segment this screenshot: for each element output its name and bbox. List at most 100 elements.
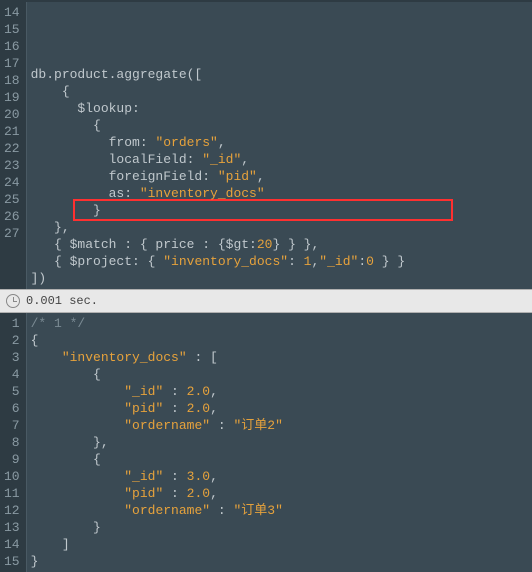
code-token: { $match : { price : {$gt: (31, 237, 257, 252)
line-number: 11 (4, 485, 20, 502)
query-editor[interactable]: 1415161718192021222324252627 db.product.… (0, 2, 532, 289)
line-number: 25 (4, 191, 20, 208)
bottom-gutter: 123456789101112131415 (0, 313, 27, 572)
code-token: /* 1 */ (31, 316, 86, 331)
code-line[interactable]: } (31, 519, 528, 536)
code-line[interactable]: $lookup: (31, 100, 528, 117)
code-token: "_id" (319, 254, 358, 269)
code-token: , (257, 169, 265, 184)
code-token: "订单3" (233, 503, 282, 518)
line-number: 9 (4, 451, 20, 468)
line-number: 17 (4, 55, 20, 72)
code-token: : (210, 503, 233, 518)
code-line[interactable]: { (31, 83, 528, 100)
code-token: "ordername" (124, 503, 210, 518)
line-number: 7 (4, 417, 20, 434)
code-token: ]) (31, 271, 47, 286)
code-token: : (288, 254, 304, 269)
code-line[interactable]: ] (31, 536, 528, 553)
code-line[interactable]: from: "orders", (31, 134, 528, 151)
code-token: db.product.aggregate([ (31, 67, 203, 82)
code-token: }, (31, 435, 109, 450)
code-line[interactable] (31, 49, 528, 66)
code-line[interactable]: "_id" : 3.0, (31, 468, 528, 485)
result-viewer[interactable]: 123456789101112131415 /* 1 */{ "inventor… (0, 313, 532, 572)
code-token: ] (31, 537, 70, 552)
code-token: : (358, 254, 366, 269)
code-token: from: (31, 135, 156, 150)
code-token: 2.0 (187, 486, 210, 501)
code-line[interactable]: "inventory_docs" : [ (31, 349, 528, 366)
code-line[interactable]: "ordername" : "订单3" (31, 502, 528, 519)
code-line[interactable]: "pid" : 2.0, (31, 485, 528, 502)
code-line[interactable]: "pid" : 2.0, (31, 400, 528, 417)
code-token: 20 (257, 237, 273, 252)
code-line[interactable]: { $match : { price : {$gt:20} } }, (31, 236, 528, 253)
bottom-code[interactable]: /* 1 */ { "inventory_docs" : [ { "_id" : … (27, 313, 532, 572)
code-token: "pid" (124, 486, 163, 501)
code-token: : (163, 384, 186, 399)
code-line[interactable]: }, (31, 219, 528, 236)
code-token: "inventory_docs" (140, 186, 265, 201)
line-number: 2 (4, 332, 20, 349)
code-token: : (163, 469, 186, 484)
code-token: , (210, 384, 218, 399)
line-number: 22 (4, 140, 20, 157)
code-token: { (31, 333, 39, 348)
line-number: 16 (4, 38, 20, 55)
line-number: 10 (4, 468, 20, 485)
line-number: 18 (4, 72, 20, 89)
code-line[interactable]: } (31, 202, 528, 219)
line-number: 15 (4, 21, 20, 38)
code-line[interactable]: }, (31, 434, 528, 451)
code-token: { (31, 452, 101, 467)
code-line[interactable]: { (31, 366, 528, 383)
code-token: "_id" (202, 152, 241, 167)
line-number: 27 (4, 225, 20, 242)
code-token (31, 384, 125, 399)
line-number: 21 (4, 123, 20, 140)
code-line[interactable]: "ordername" : "订单2" (31, 417, 528, 434)
code-token: foreignField: (31, 169, 218, 184)
line-number: 1 (4, 315, 20, 332)
code-line[interactable]: db.product.aggregate([ (31, 66, 528, 83)
status-bar: 0.001 sec. (0, 289, 532, 313)
line-number: 12 (4, 502, 20, 519)
code-line[interactable]: } (31, 553, 528, 570)
clock-icon (6, 294, 20, 308)
code-token: } (31, 203, 101, 218)
code-token: "_id" (124, 469, 163, 484)
code-line[interactable]: { (31, 332, 528, 349)
code-token (31, 469, 125, 484)
code-line[interactable]: { (31, 117, 528, 134)
line-number: 23 (4, 157, 20, 174)
code-token: $lookup: (31, 101, 140, 116)
code-line[interactable]: as: "inventory_docs" (31, 185, 528, 202)
top-gutter: 1415161718192021222324252627 (0, 2, 27, 289)
code-line[interactable]: { $project: { "inventory_docs": 1,"_id":… (31, 253, 528, 270)
top-code[interactable]: db.product.aggregate([ { $lookup: { from… (27, 2, 532, 289)
code-line[interactable]: "_id" : 2.0, (31, 383, 528, 400)
code-line[interactable]: /* 1 */ (31, 315, 528, 332)
code-token (31, 503, 125, 518)
line-number: 19 (4, 89, 20, 106)
code-token: } } }, (272, 237, 319, 252)
code-line[interactable]: foreignField: "pid", (31, 168, 528, 185)
code-token: { $project: { (31, 254, 164, 269)
code-token: { (31, 118, 101, 133)
code-token: : (163, 486, 186, 501)
code-token: as: (31, 186, 140, 201)
line-number: 26 (4, 208, 20, 225)
code-line[interactable]: { (31, 451, 528, 468)
line-number: 3 (4, 349, 20, 366)
code-token: "订单2" (233, 418, 282, 433)
code-token: , (210, 486, 218, 501)
line-number: 24 (4, 174, 20, 191)
code-line[interactable]: localField: "_id", (31, 151, 528, 168)
code-token: , (241, 152, 249, 167)
code-token: localField: (31, 152, 203, 167)
code-line[interactable]: ]) (31, 270, 528, 287)
line-number: 5 (4, 383, 20, 400)
line-number: 14 (4, 536, 20, 553)
code-token: { (31, 367, 101, 382)
